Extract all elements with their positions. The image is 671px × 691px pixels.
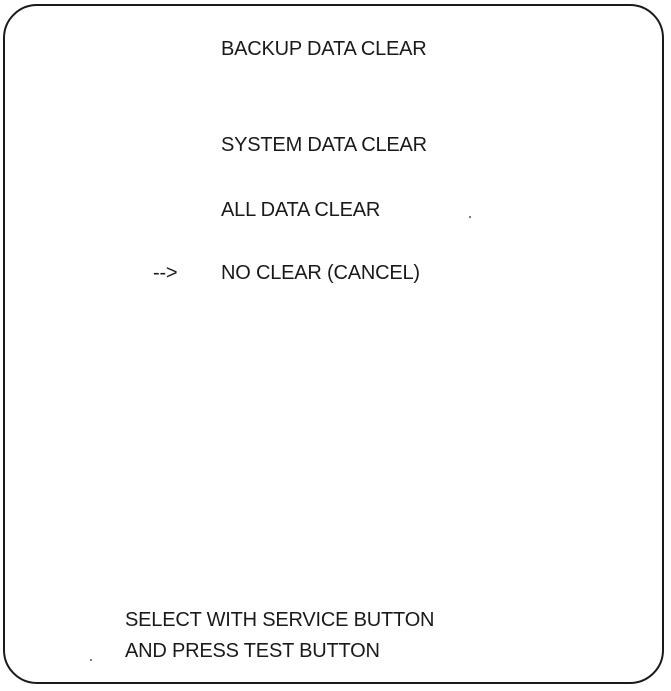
menu-item-all-data-clear[interactable]: ALL DATA CLEAR [221, 198, 380, 222]
scan-speck [90, 659, 92, 661]
instruction-line-2: AND PRESS TEST BUTTON [125, 640, 380, 662]
menu-item-no-clear-cancel[interactable]: NO CLEAR (CANCEL) [221, 261, 420, 285]
instruction-line-1: SELECT WITH SERVICE BUTTON [125, 609, 435, 631]
menu-item-system-data-clear[interactable]: SYSTEM DATA CLEAR [221, 133, 427, 157]
screen-title: BACKUP DATA CLEAR [221, 38, 427, 60]
service-menu-screen [3, 4, 664, 684]
scan-speck [469, 216, 471, 218]
selection-cursor-arrow: --> [153, 262, 178, 284]
